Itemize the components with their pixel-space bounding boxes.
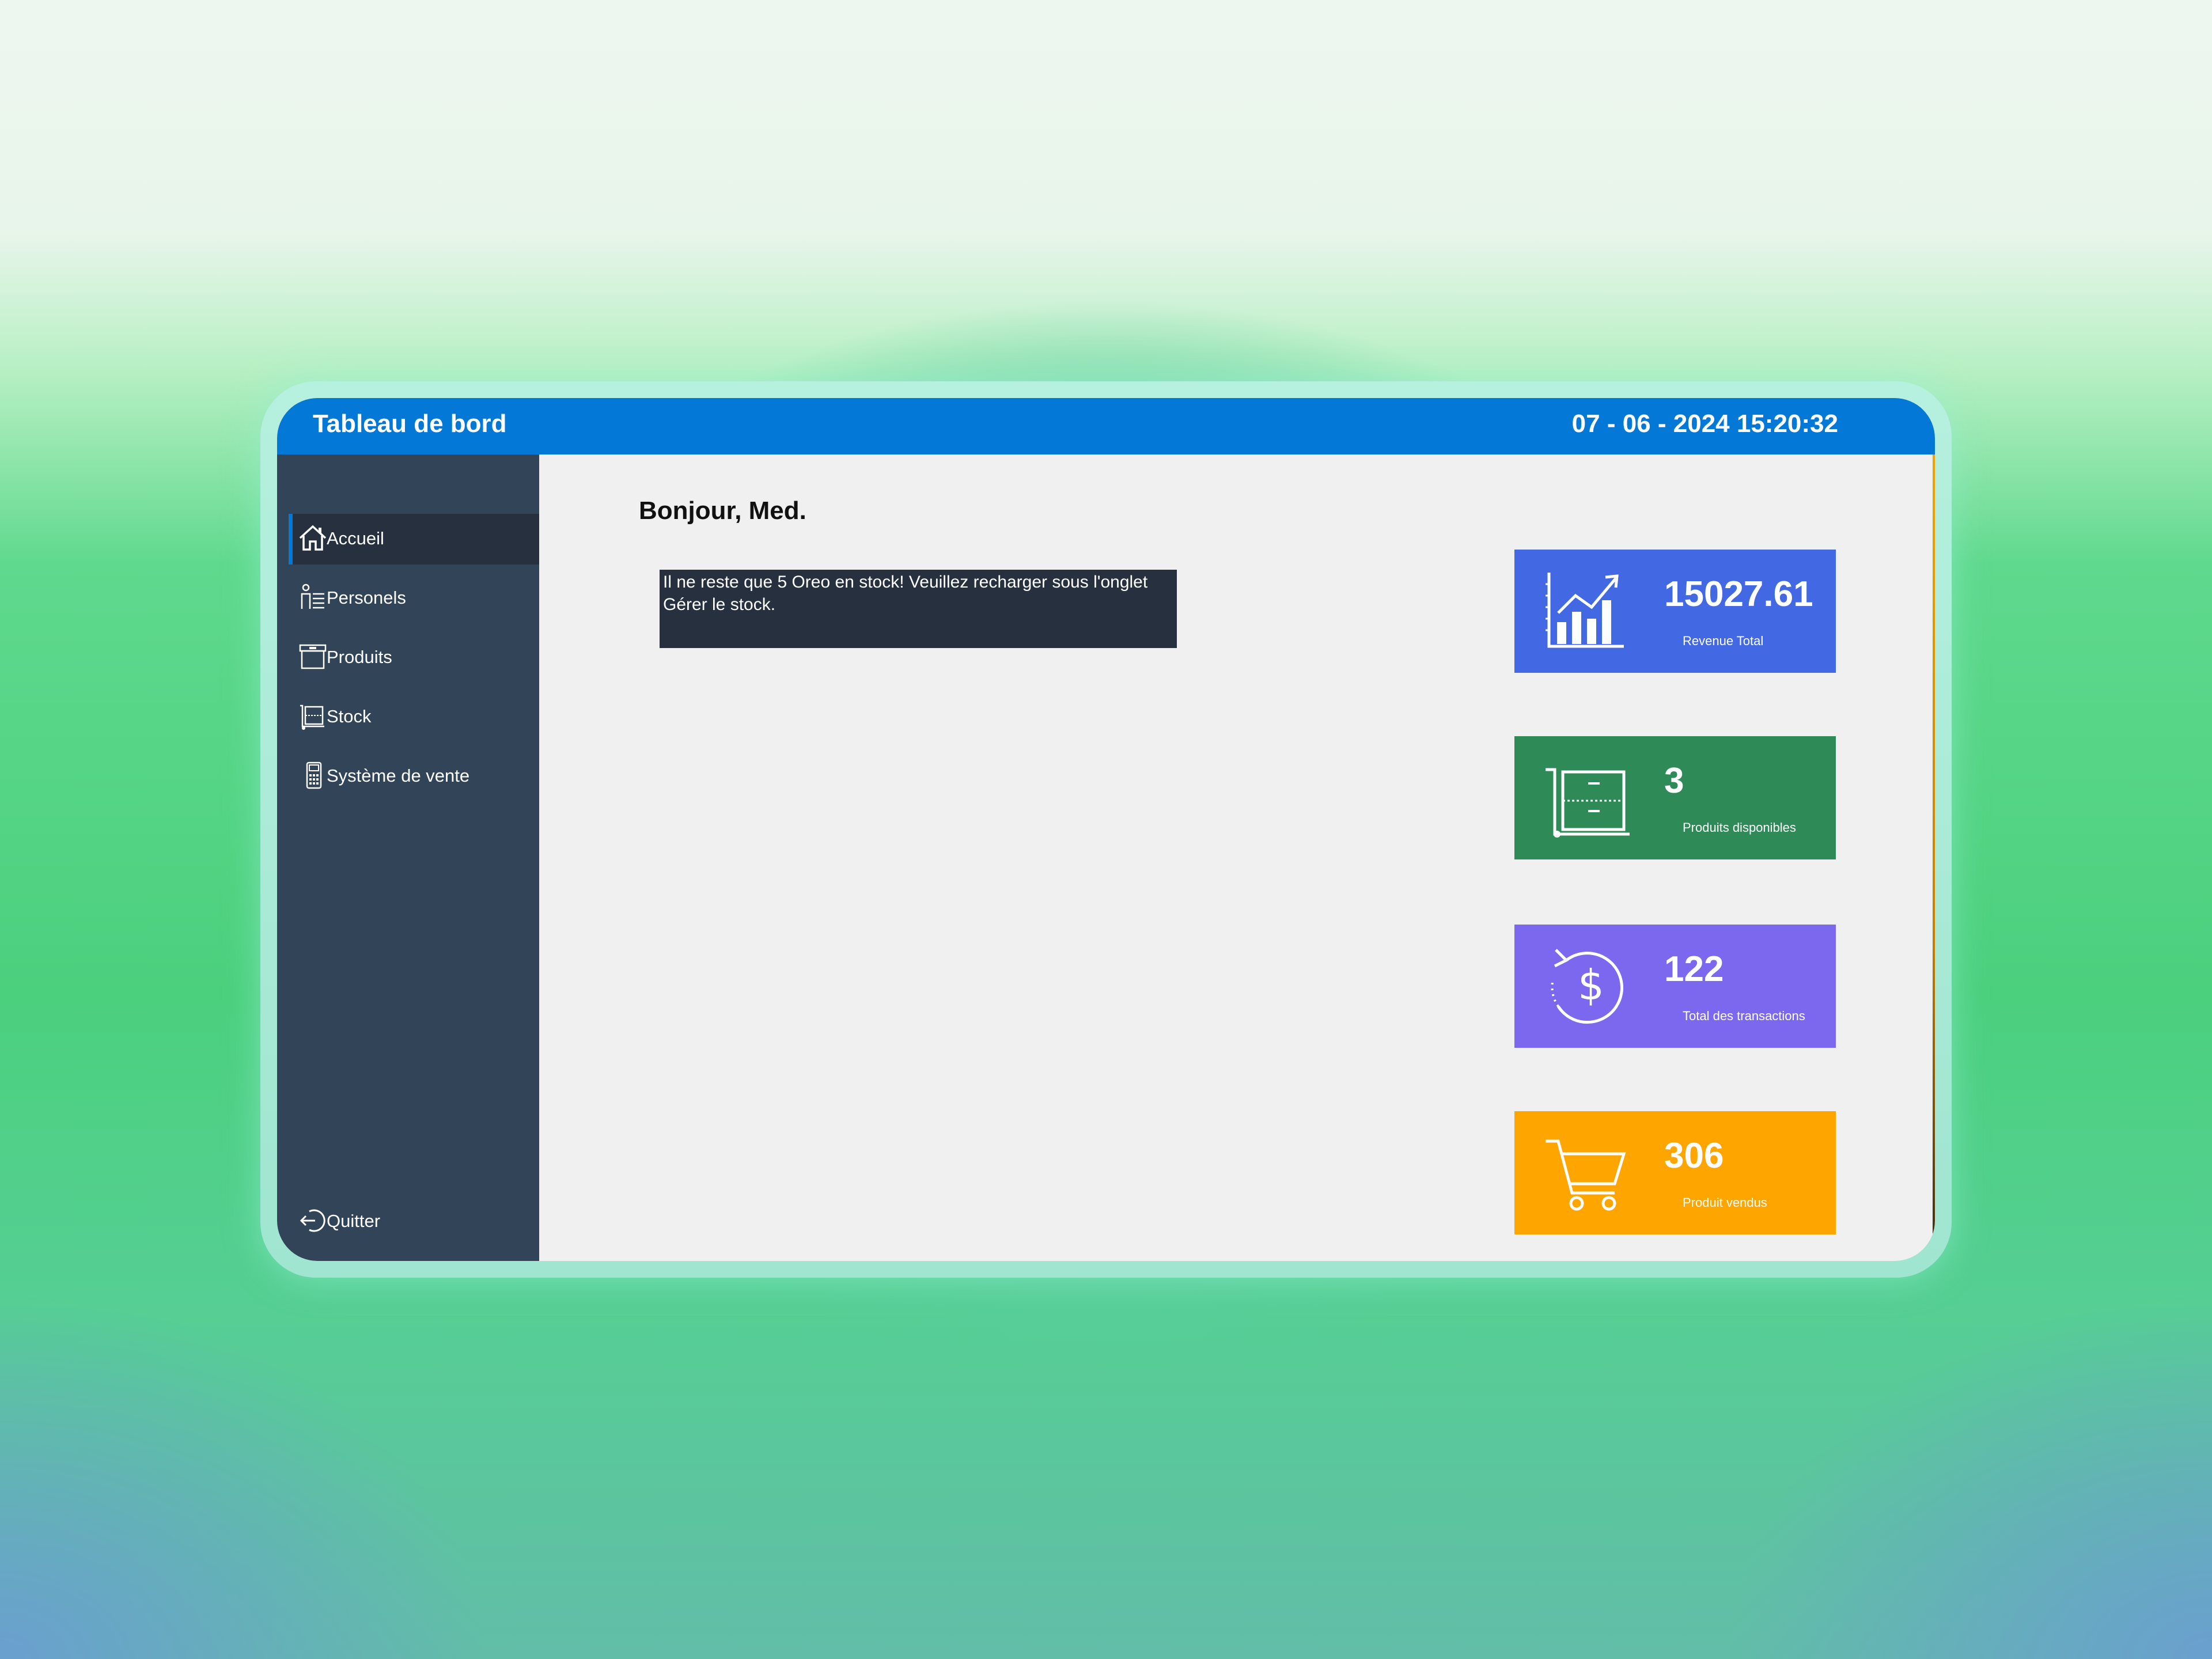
quit-label: Quitter <box>327 1211 381 1231</box>
products-available-card: 3 Produits disponibles <box>1514 736 1836 859</box>
products-available-caption: Produits disponibles <box>1683 820 1796 835</box>
personnel-list-icon <box>301 584 324 609</box>
revenue-card: 15027.61 Revenue Total <box>1514 550 1836 673</box>
transactions-value: 122 <box>1664 949 1724 989</box>
dollar-refresh-icon: $ <box>1551 949 1624 1024</box>
stock-cart-icon <box>300 704 324 730</box>
app-window: Tableau de bord 07 - 06 - 2024 15:20:32 … <box>277 398 1935 1261</box>
products-sold-value: 306 <box>1664 1136 1724 1176</box>
revenue-value: 15027.61 <box>1664 574 1813 614</box>
sidebar-item-accueil[interactable]: Accueil <box>289 514 539 565</box>
sidebar-item-label: Personels <box>327 588 406 608</box>
products-sold-caption: Produit vendus <box>1683 1195 1767 1210</box>
bar-chart-growth-icon <box>1546 573 1624 648</box>
sidebar-item-label: Stock <box>327 706 372 726</box>
sidebar-item-stock[interactable]: Stock <box>289 692 539 743</box>
transactions-caption: Total des transactions <box>1683 1009 1805 1023</box>
title-bar: Tableau de bord 07 - 06 - 2024 15:20:32 <box>277 398 1935 454</box>
low-stock-alert: Il ne reste que 5 Oreo en stock! Veuille… <box>660 570 1177 648</box>
revenue-caption: Revenue Total <box>1683 634 1764 648</box>
products-sold-card: 306 Produit vendus <box>1514 1111 1836 1234</box>
logout-icon <box>300 1209 325 1232</box>
sidebar-item-personels[interactable]: Personels <box>289 573 539 624</box>
sidebar-item-label: Accueil <box>327 528 384 548</box>
hand-truck-icon <box>1546 768 1630 838</box>
sidebar-item-systeme-de-vente[interactable]: Système de vente <box>289 751 539 802</box>
window-edge <box>1933 454 1935 1261</box>
sidebar-item-produits[interactable]: Produits <box>289 632 539 683</box>
sidebar: Accueil Personels Produits Stock Système… <box>277 454 539 1261</box>
quit-button[interactable]: Quitter <box>289 1196 539 1247</box>
cash-register-icon <box>306 762 322 789</box>
sidebar-item-label: Système de vente <box>327 766 470 786</box>
products-available-value: 3 <box>1664 761 1684 801</box>
transactions-card: $ 122 Total des transactions <box>1514 925 1836 1048</box>
greeting-text: Bonjour, Med. <box>639 497 806 525</box>
home-icon <box>299 525 327 551</box>
sidebar-item-label: Produits <box>327 647 392 667</box>
shopping-cart-icon <box>1546 1139 1626 1211</box>
datetime-display: 07 - 06 - 2024 15:20:32 <box>1571 410 1838 438</box>
svg-text:$: $ <box>1578 961 1604 1009</box>
window-title: Tableau de bord <box>313 410 507 438</box>
box-icon <box>299 644 327 669</box>
